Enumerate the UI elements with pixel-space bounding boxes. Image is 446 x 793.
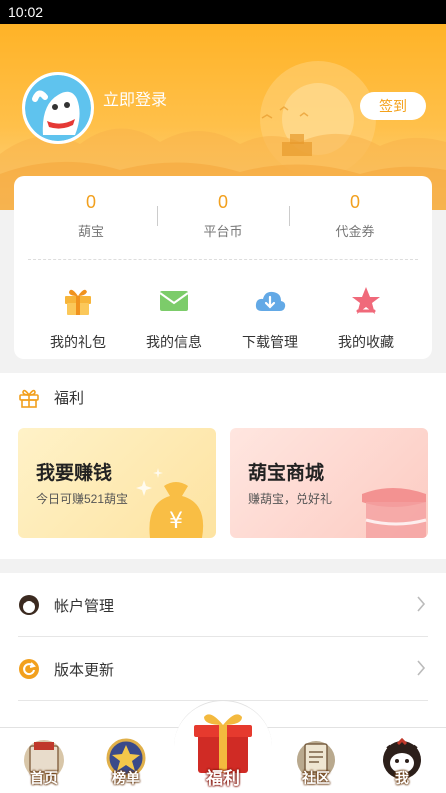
update-icon (19, 659, 39, 679)
tab-home[interactable]: 首页 (14, 736, 74, 788)
menu-item-account-management[interactable]: 帐户管理 (0, 573, 446, 637)
gift-icon (19, 389, 39, 408)
tab-me[interactable]: 我 (372, 736, 432, 788)
tab-label: 首页 (30, 770, 58, 786)
tab-ranking[interactable]: 榜单 (96, 736, 156, 788)
quick-action-label: 下载管理 (242, 334, 298, 350)
quick-action-my-messages[interactable]: 我的信息 (126, 284, 222, 352)
menu-item-label: 版本更新 (54, 662, 115, 679)
status-bar: 10:02 (0, 0, 446, 24)
stat-voucher[interactable]: 0 代金券 (295, 192, 415, 240)
tab-label: 福利 (206, 769, 240, 788)
stat-label: 平台币 (203, 224, 243, 239)
dashed-divider (28, 259, 418, 260)
stat-value: 0 (85, 192, 96, 212)
tab-label: 社区 (302, 770, 330, 786)
status-time: 10:02 (8, 4, 44, 20)
account-summary-card: 0 葫宝 0 平台币 0 代金券 我的礼包 我的信息 下载管理 我的收藏 (14, 176, 432, 359)
stat-value: 0 (349, 192, 360, 212)
tab-welfare[interactable]: 福利 (174, 700, 272, 793)
divider (157, 206, 158, 226)
quick-action-label: 我的礼包 (50, 334, 106, 350)
shop-icon (362, 488, 427, 538)
stat-platform-coin[interactable]: 0 平台币 (163, 192, 283, 240)
stat-hubao[interactable]: 0 葫宝 (31, 192, 151, 240)
mascot-avatar-icon (25, 75, 91, 141)
account-icon (19, 595, 39, 615)
menu-item-label: 帐户管理 (54, 598, 115, 615)
tab-community[interactable]: 社区 (286, 736, 346, 788)
quick-action-favorites[interactable]: 我的收藏 (318, 284, 414, 352)
star-icon (352, 287, 380, 314)
hubao-mall-title: 葫宝商城 (248, 463, 325, 484)
quick-action-my-gifts[interactable]: 我的礼包 (30, 284, 126, 352)
money-bag-icon: ¥ (136, 468, 204, 538)
chevron-right-icon (417, 660, 426, 676)
login-link[interactable]: 立即登录 (103, 86, 167, 110)
gift-icon (65, 289, 91, 315)
earn-money-title: 我要赚钱 (36, 463, 113, 484)
signin-button[interactable]: 签到 (360, 92, 426, 120)
tab-label: 榜单 (112, 770, 140, 786)
divider (289, 206, 290, 226)
welfare-title: 福利 (54, 390, 85, 407)
stat-label: 葫宝 (77, 224, 104, 239)
quick-action-label: 我的收藏 (338, 334, 394, 350)
hubao-mall-card[interactable]: 葫宝商城 赚葫宝，兑好礼 (230, 428, 428, 538)
envelope-icon (159, 291, 189, 311)
menu-item-version-update[interactable]: 版本更新 (0, 637, 446, 701)
earn-money-card[interactable]: 我要赚钱 今日可赚521葫宝 ¥ (18, 428, 216, 538)
tab-label: 我 (395, 770, 409, 786)
chevron-right-icon (417, 596, 426, 612)
quick-action-downloads[interactable]: 下载管理 (222, 284, 318, 352)
hubao-mall-subtitle: 赚葫宝，兑好礼 (248, 492, 333, 506)
welfare-section: 福利 我要赚钱 今日可赚521葫宝 ¥ 葫宝商城 赚葫宝，兑好礼 (0, 373, 446, 559)
earn-money-subtitle: 今日可赚521葫宝 (36, 492, 129, 506)
svg-text:¥: ¥ (169, 509, 183, 534)
quick-action-label: 我的信息 (146, 334, 202, 350)
stat-label: 代金券 (335, 224, 375, 239)
stat-value: 0 (217, 192, 228, 212)
cloud-download-icon (255, 291, 286, 311)
avatar[interactable] (22, 72, 94, 144)
